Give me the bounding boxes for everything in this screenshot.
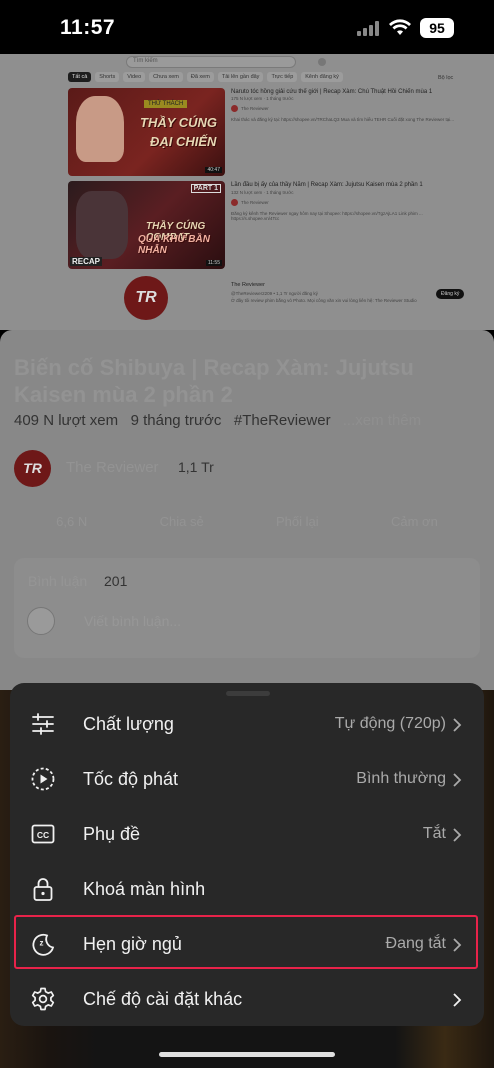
like-count: 6,6 N bbox=[56, 514, 88, 529]
comments-count: 201 bbox=[104, 573, 128, 589]
result-meta: 132 N lượt xem · 1 tháng trước bbox=[231, 190, 294, 195]
channel-card-desc: Ở đây tôi review phim bằng vỏ Photo. Mọi… bbox=[231, 298, 417, 303]
menu-item-playback-speed[interactable]: Tốc độ phát Bình thường bbox=[10, 752, 484, 807]
cellular-signal-icon bbox=[357, 20, 379, 36]
menu-item-quality[interactable]: Chất lượng Tự động (720p) bbox=[10, 697, 484, 752]
menu-item-more-settings[interactable]: Chế độ cài đặt khác bbox=[10, 972, 484, 1027]
share-action: Chia sẻ bbox=[159, 514, 204, 529]
wifi-icon bbox=[389, 19, 411, 35]
captions-icon: CC bbox=[31, 824, 55, 844]
menu-item-value: Bình thường bbox=[356, 770, 446, 787]
gear-icon bbox=[31, 987, 55, 1011]
home-indicator[interactable] bbox=[159, 1052, 335, 1057]
upload-age: 9 tháng trước bbox=[130, 412, 222, 429]
channel-name: The Reviewer bbox=[66, 459, 159, 476]
thumbnail-duration: 40:47 bbox=[205, 167, 222, 173]
video-chip: Đã xem bbox=[186, 72, 214, 82]
remix-action: Phối lại bbox=[276, 514, 319, 529]
screen: 11:57 95 Tìm kiếm Tất cả Shorts Video Ch… bbox=[0, 0, 494, 1068]
result-desc: Đăng ký kênh The Reviewer ngay hôm nay t… bbox=[231, 211, 423, 221]
comments-label: Bình luận bbox=[28, 573, 88, 589]
lock-icon bbox=[33, 878, 53, 901]
result-channel-name: The Reviewer bbox=[241, 200, 269, 205]
clock: 11:57 bbox=[60, 16, 116, 39]
comment-input-placeholder: Viết bình luận... bbox=[84, 613, 182, 629]
video-filter-label: Bộ lọc bbox=[438, 75, 454, 81]
svg-text:z: z bbox=[40, 939, 44, 948]
menu-item-captions[interactable]: CC Phụ đề Tắt bbox=[10, 807, 484, 862]
result-title: Naruto tóc hồng giải cứu thế giới | Reca… bbox=[231, 89, 433, 95]
video-chip: Trực tiếp bbox=[267, 72, 298, 82]
thanks-action: Cảm ơn bbox=[391, 514, 438, 529]
thumbnail-tag: THỬ THÁCH bbox=[144, 100, 188, 108]
channel-avatar: TR bbox=[14, 450, 51, 487]
chevron-right-icon bbox=[453, 938, 462, 952]
battery-indicator: 95 bbox=[420, 18, 454, 38]
result-channel: The Reviewer bbox=[231, 105, 269, 112]
thumbnail-character bbox=[76, 191, 128, 259]
view-count: 409 N lượt xem bbox=[14, 412, 119, 429]
menu-item-label: Tốc độ phát bbox=[83, 769, 179, 789]
result-title: Lần đầu bị ấy của thầy Năm | Recap Xàm: … bbox=[231, 182, 423, 188]
video-search-placeholder: Tìm kiếm bbox=[133, 58, 158, 64]
chevron-right-icon bbox=[453, 828, 462, 842]
playback-speed-icon bbox=[31, 767, 55, 791]
video-player[interactable]: Tìm kiếm Tất cả Shorts Video Chưa xem Đã… bbox=[0, 54, 494, 330]
menu-item-label: Phụ đề bbox=[83, 824, 141, 844]
menu-item-label: Khoá màn hình bbox=[83, 879, 206, 899]
channel-card-name: The Reviewer bbox=[231, 282, 265, 288]
menu-item-label: Hẹn giờ ngủ bbox=[83, 934, 182, 954]
video-chip: Shorts bbox=[95, 72, 120, 82]
thumbnail-caption: ĐẠI CHIẾN bbox=[150, 134, 217, 149]
video-chip: Kênh đăng ký bbox=[301, 72, 343, 82]
channel-logo: TR bbox=[124, 276, 168, 320]
svg-text:CC: CC bbox=[37, 830, 49, 840]
menu-item-sleep-timer[interactable]: z Hẹn giờ ngủ Đang tắt bbox=[10, 915, 484, 972]
action-bar: 6,6 N Chia sẻ Phối lại Cảm ơn bbox=[0, 514, 494, 529]
menu-item-label: Chế độ cài đặt khác bbox=[83, 989, 243, 1009]
comments-panel: Bình luận 201 Viết bình luận... bbox=[14, 558, 480, 658]
watch-page: Biến cố Shibuya | Recap Xàm: Jujutsu Kai… bbox=[0, 330, 494, 690]
video-chip: Video bbox=[123, 72, 146, 82]
video-chip: Chưa xem bbox=[149, 72, 183, 82]
result-channel-name: The Reviewer bbox=[241, 106, 269, 111]
video-thumbnail: PART 1 THẦY CÚNG COMBAT QUÁ KHỨ BẦN NHẪN… bbox=[68, 181, 225, 269]
hashtag: #TheReviewer bbox=[233, 412, 331, 429]
show-more-link: ...xem thêm bbox=[342, 412, 422, 429]
chevron-right-icon bbox=[453, 718, 462, 732]
result-channel: The Reviewer bbox=[231, 199, 269, 206]
channel-card-subscribe: Đăng ký bbox=[436, 289, 465, 299]
thumbnail-caption: QUÁ KHỨ BẦN NHẪN bbox=[138, 234, 210, 256]
thumbnail-caption: THẦY CÚNG bbox=[140, 115, 218, 130]
menu-item-value: Tự động (720p) bbox=[334, 715, 446, 732]
channel-card-sub: @TheReviewer2209 • 1,1 Tr người đăng ký bbox=[231, 291, 318, 296]
thumbnail-character bbox=[76, 96, 124, 162]
video-meta: 409 N lượt xem 9 tháng trước #TheReviewe… bbox=[14, 412, 421, 429]
video-mic-icon bbox=[318, 58, 326, 66]
result-desc: Khai thác và đăng ký tại: https://shopee… bbox=[231, 117, 454, 122]
video-thumbnail: THỬ THÁCH THẦY CÚNG ĐẠI CHIẾN 40:47 bbox=[68, 88, 225, 176]
user-avatar bbox=[27, 607, 55, 635]
subscriber-count: 1,1 Tr bbox=[178, 459, 214, 475]
sleep-timer-icon: z bbox=[32, 933, 55, 956]
video-search-bar: Tìm kiếm bbox=[126, 56, 296, 68]
video-chip: Tất cả bbox=[68, 72, 92, 82]
menu-item-value: Tắt bbox=[422, 825, 446, 842]
result-meta: 175 N lượt xem · 1 tháng trước bbox=[231, 96, 294, 101]
chevron-right-icon bbox=[453, 773, 462, 787]
thumbnail-recap: RECAP bbox=[70, 257, 103, 266]
status-bar: 11:57 95 bbox=[0, 0, 494, 54]
settings-sheet: Chất lượng Tự động (720p) Tốc độ phát Bì… bbox=[10, 683, 484, 1026]
thumbnail-duration: 11:55 bbox=[205, 260, 222, 266]
menu-item-lock-screen[interactable]: Khoá màn hình bbox=[10, 862, 484, 917]
menu-item-label: Chất lượng bbox=[83, 714, 174, 734]
sliders-icon bbox=[32, 713, 54, 735]
sheet-drag-handle[interactable] bbox=[226, 691, 270, 696]
video-chip: Tải lên gần đây bbox=[217, 72, 264, 82]
video-filter-chips: Tất cả Shorts Video Chưa xem Đã xem Tải … bbox=[68, 72, 343, 82]
chevron-right-icon bbox=[453, 993, 462, 1007]
thumbnail-part: PART 1 bbox=[190, 184, 221, 193]
menu-item-value: Đang tắt bbox=[385, 935, 446, 952]
video-title: Biến cố Shibuya | Recap Xàm: Jujutsu Kai… bbox=[14, 355, 414, 407]
